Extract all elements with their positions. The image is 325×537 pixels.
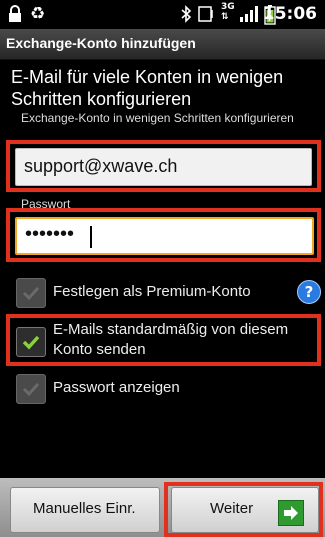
premium-account-label[interactable]: Festlegen als Premium-Konto (53, 282, 251, 302)
show-password-label[interactable]: Passwort anzeigen (53, 378, 180, 398)
bluetooth-icon (180, 5, 192, 28)
default-send-highlight (6, 314, 321, 366)
premium-account-checkbox[interactable] (16, 278, 46, 308)
recycle-icon: ♻ (30, 4, 46, 24)
3g-icon: 3G ⇅ (221, 2, 235, 22)
manual-setup-button[interactable]: Manuelles Einr. (10, 487, 160, 533)
clock: 15:06 (262, 4, 317, 24)
manual-setup-label: Manuelles Einr. (33, 500, 136, 517)
signal-icon (239, 5, 259, 28)
status-bar: ♻ 3G ⇅ 15:06 (0, 0, 325, 29)
password-highlight (6, 208, 321, 262)
page-title: Exchange-Konto hinzufügen (6, 35, 196, 51)
screen-icon (197, 5, 215, 28)
email-highlight (6, 140, 321, 192)
show-password-checkbox[interactable] (16, 374, 46, 404)
setup-heading: E-Mail für viele Konten in wenigen Schri… (11, 67, 284, 109)
setup-subheading: Exchange-Konto in wenigen Schritten konf… (21, 112, 294, 125)
lock-icon (8, 5, 22, 28)
help-icon[interactable]: ? (297, 280, 321, 304)
next-highlight (164, 482, 323, 537)
title-bar: Exchange-Konto hinzufügen (0, 29, 325, 60)
